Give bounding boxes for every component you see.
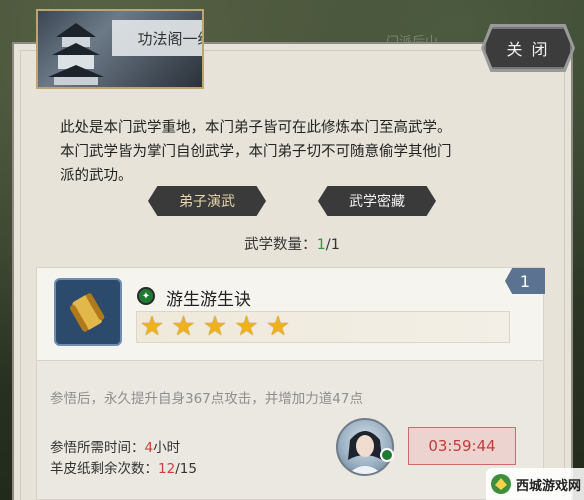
hall-description: 此处是本门武学重地，本门弟子皆可在此修炼本门至高武学。 本门武学皆为掌门自创武学… (60, 116, 530, 188)
skill-effect: 参悟后，永久提升自身367点攻击，并增加力道47点 (50, 391, 363, 407)
parchment-current: 12 (158, 461, 176, 477)
star-icon: ★ (265, 311, 291, 342)
study-time: 参悟所需时间：4小时 (50, 436, 180, 456)
countdown-timer[interactable]: 03:59:44 (408, 427, 516, 465)
skill-count-total: 1 (330, 237, 340, 253)
description-line: 本门武学皆为掌门自创武学，本门弟子切不可随意偷学其他门 (60, 144, 452, 160)
study-time-unit: 小时 (153, 440, 181, 456)
pavilion-icon (48, 23, 104, 85)
tab-right-ornament-icon: ▶ (255, 192, 266, 208)
parchment-total: 15 (179, 461, 197, 477)
skill-type-icon: ✦ (137, 287, 155, 305)
skill-count-label: 武学数量： (244, 237, 317, 253)
avatar-status-icon (380, 448, 394, 462)
skill-index-badge: 1 (505, 268, 545, 294)
disciple-avatar[interactable] (336, 418, 394, 476)
watermark-text: 西城游戏网 (516, 478, 582, 494)
scroll-icon (54, 278, 122, 346)
skill-count: 武学数量：1/1 (0, 233, 584, 254)
study-time-label: 参悟所需时间： (50, 440, 145, 456)
character-portrait-icon (348, 431, 382, 474)
description-line: 派的武功。 (60, 168, 133, 184)
window-title: 功法阁一级 (112, 20, 202, 56)
building-thumbnail: 功法阁一级 (36, 9, 204, 89)
star-icon: ★ (171, 311, 196, 342)
secret-skills-button[interactable]: 武学密藏 (318, 186, 436, 216)
parchment-remaining: 羊皮纸剩余次数：12/15 (50, 457, 197, 477)
watermark: 西城游戏网 (486, 468, 584, 500)
skill-count-current: 1 (316, 237, 326, 253)
star-icon: ★ (139, 311, 165, 342)
close-button[interactable]: 关 闭 (484, 27, 572, 69)
star-icon: ★ (202, 311, 228, 342)
game-logo-icon (491, 474, 511, 494)
description-line: 此处是本门武学重地，本门弟子皆可在此修炼本门至高武学。 (60, 120, 452, 136)
skill-name: 游生游生诀 (166, 290, 251, 310)
study-time-value: 4 (144, 440, 154, 456)
parchment-label: 羊皮纸剩余次数： (50, 461, 158, 477)
star-icon: ★ (234, 311, 259, 342)
disciple-practice-button[interactable]: 弟子演武 (148, 186, 266, 216)
